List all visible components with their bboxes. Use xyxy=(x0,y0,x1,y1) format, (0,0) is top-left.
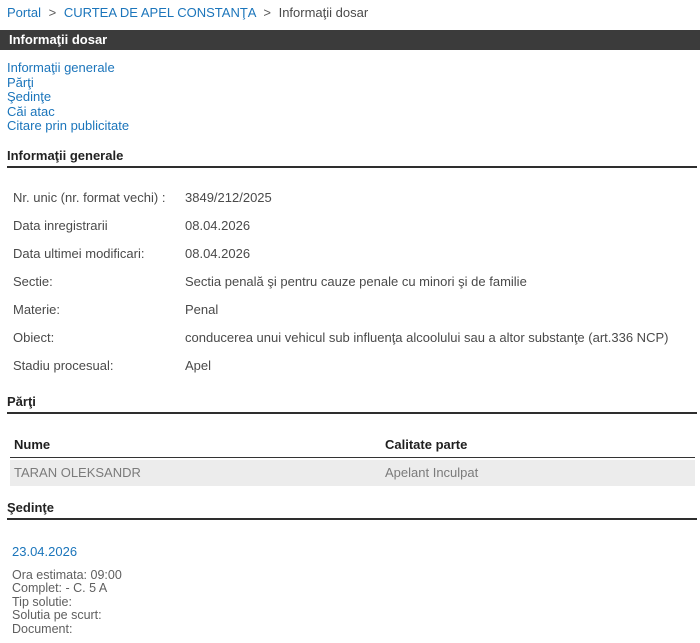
page-title-bar: Informaţii dosar xyxy=(0,30,700,50)
info-value: 08.04.2026 xyxy=(185,218,251,234)
info-value: Apel xyxy=(185,358,212,374)
hearing-estimated-time: Ora estimata: 09:00 xyxy=(12,567,122,582)
info-label: Obiect: xyxy=(13,330,55,346)
hearing-document: Document: xyxy=(12,621,73,636)
page-title: Informaţii dosar xyxy=(9,32,108,47)
info-label: Sectie: xyxy=(13,274,53,290)
info-row-nr-unic: Nr. unic (nr. format vechi) : 3849/212/2… xyxy=(13,184,700,212)
breadcrumb-link-court[interactable]: CURTEA DE APEL CONSTANŢA xyxy=(64,5,256,20)
hearing-panel: Complet: - C. 5 A xyxy=(12,581,108,596)
hearing-date-link[interactable]: 23.04.2026 xyxy=(12,544,77,559)
nav-link-parti[interactable]: Părţi xyxy=(7,75,700,91)
section-heading-sedinte: Şedinţe xyxy=(7,500,697,520)
hearing-solution-type: Tip solutie: xyxy=(12,594,72,609)
nav-link-citare-prin-publicitate[interactable]: Citare prin publicitate xyxy=(7,119,700,134)
info-row-materie: Materie: Penal xyxy=(13,296,700,324)
info-row-data-ultimei-modificari: Data ultimei modificari: 08.04.2026 xyxy=(13,240,700,268)
info-value: 08.04.2026 xyxy=(185,246,251,262)
section-heading-informatii-generale: Informaţii generale xyxy=(7,148,697,168)
info-label: Data inregistrarii xyxy=(13,218,108,234)
general-info-table: Nr. unic (nr. format vechi) : 3849/212/2… xyxy=(13,184,700,380)
info-value: 3849/212/2025 xyxy=(185,190,272,206)
info-row-sectie: Sectie: Sectia penală şi pentru cauze pe… xyxy=(13,268,700,296)
hearing-details: Ora estimata: 09:00 Complet: - C. 5 A Ti… xyxy=(12,567,700,636)
info-row-data-inregistrarii: Data inregistrarii 08.04.2026 xyxy=(13,212,700,240)
parties-table: Nume Calitate parte TARAN OLEKSANDR Apel… xyxy=(10,434,695,486)
info-row-stadiu-procesual: Stadiu procesual: Apel xyxy=(13,352,700,380)
party-role: Apelant Inculpat xyxy=(385,465,479,481)
info-label: Stadiu procesual: xyxy=(13,358,114,374)
breadcrumb: Portal > CURTEA DE APEL CONSTANŢA > Info… xyxy=(0,0,700,20)
nav-link-cai-atac[interactable]: Căi atac xyxy=(7,104,700,120)
breadcrumb-separator: > xyxy=(263,5,271,20)
parties-table-header: Nume Calitate parte xyxy=(10,434,695,458)
nav-link-sedinte[interactable]: Şedinţe xyxy=(7,90,700,105)
column-header-calitate-parte: Calitate parte xyxy=(385,436,468,452)
hearing-solution-summary: Solutia pe scurt: xyxy=(12,608,102,623)
info-value: Penal xyxy=(185,302,219,318)
info-label: Materie: xyxy=(13,302,60,318)
breadcrumb-link-portal[interactable]: Portal xyxy=(7,5,41,20)
column-header-nume: Nume xyxy=(14,436,51,452)
nav-link-informatii-generale[interactable]: Informaţii generale xyxy=(7,60,700,76)
info-label: Data ultimei modificari: xyxy=(13,246,145,262)
breadcrumb-separator: > xyxy=(48,5,57,20)
quick-nav: Informaţii generale Părţi Şedinţe Căi at… xyxy=(7,60,700,134)
info-label: Nr. unic (nr. format vechi) : xyxy=(13,190,166,206)
breadcrumb-current-page: Informaţii dosar xyxy=(278,5,369,20)
info-row-obiect: Obiect: conducerea unui vehicul sub infl… xyxy=(13,324,700,352)
table-row: TARAN OLEKSANDR Apelant Inculpat xyxy=(10,459,695,486)
info-value: conducerea unui vehicul sub influenţa al… xyxy=(185,330,669,346)
party-name: TARAN OLEKSANDR xyxy=(14,465,141,481)
info-value: Sectia penală şi pentru cauze penale cu … xyxy=(185,274,527,290)
section-heading-parti: Părţi xyxy=(7,394,697,414)
